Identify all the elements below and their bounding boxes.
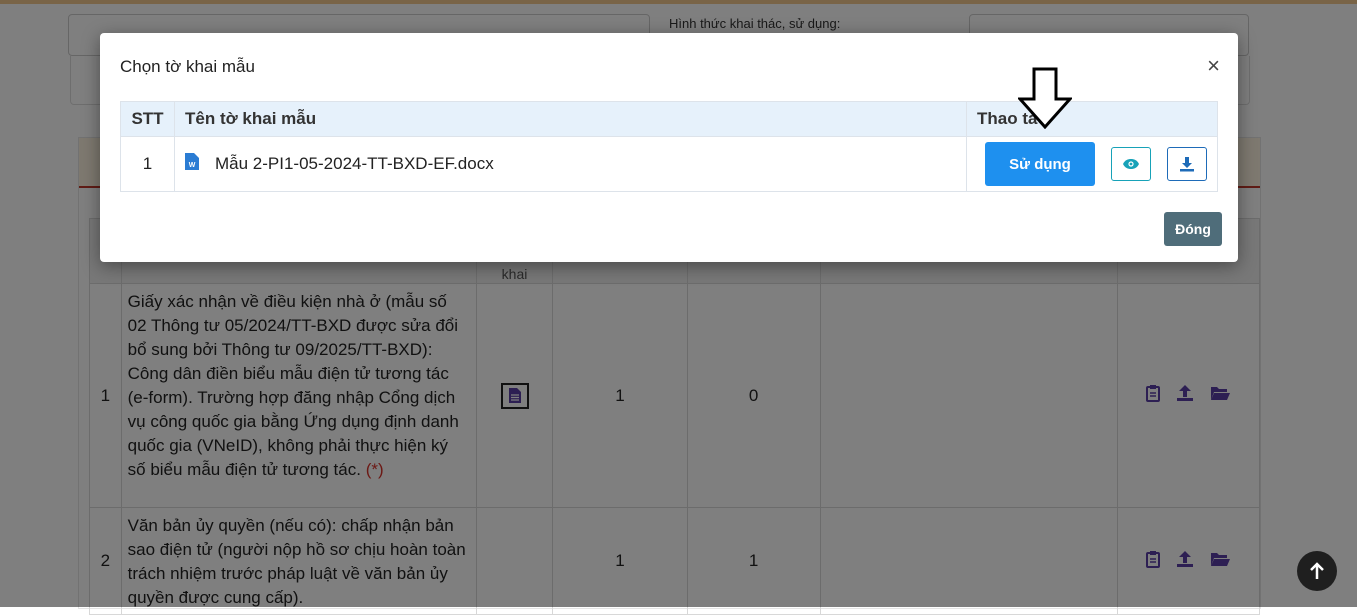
col-action: Thao tác [966,101,1218,137]
table-row: 1 W Mẫu 2-PI1-05-2024-TT-BXD-EF.docx Sử … [120,136,1218,192]
arrow-up-icon [1310,562,1324,579]
col-template-name: Tên tờ khai mẫu [174,101,967,137]
eye-icon [1123,159,1139,169]
action-cell: Sử dụng [966,136,1218,192]
download-button[interactable] [1167,147,1207,181]
svg-text:W: W [189,162,196,169]
close-modal-button[interactable]: Đóng [1164,212,1222,246]
arrow-down-icon [1018,67,1072,129]
scroll-to-top-button[interactable] [1297,551,1337,591]
use-template-button[interactable]: Sử dụng [985,142,1095,186]
row-stt: 1 [120,136,175,192]
close-icon[interactable]: × [1207,55,1220,77]
col-stt: STT [120,101,175,137]
modal-title: Chọn tờ khai mẫu [120,57,255,76]
template-name-cell: W Mẫu 2-PI1-05-2024-TT-BXD-EF.docx [174,136,967,192]
word-file-icon: W [185,153,199,175]
template-file-name: Mẫu 2-PI1-05-2024-TT-BXD-EF.docx [215,154,494,173]
select-template-modal: Chọn tờ khai mẫu × STT Tên tờ khai mẫu T… [100,33,1238,262]
preview-button[interactable] [1111,147,1151,181]
download-icon [1180,157,1194,172]
